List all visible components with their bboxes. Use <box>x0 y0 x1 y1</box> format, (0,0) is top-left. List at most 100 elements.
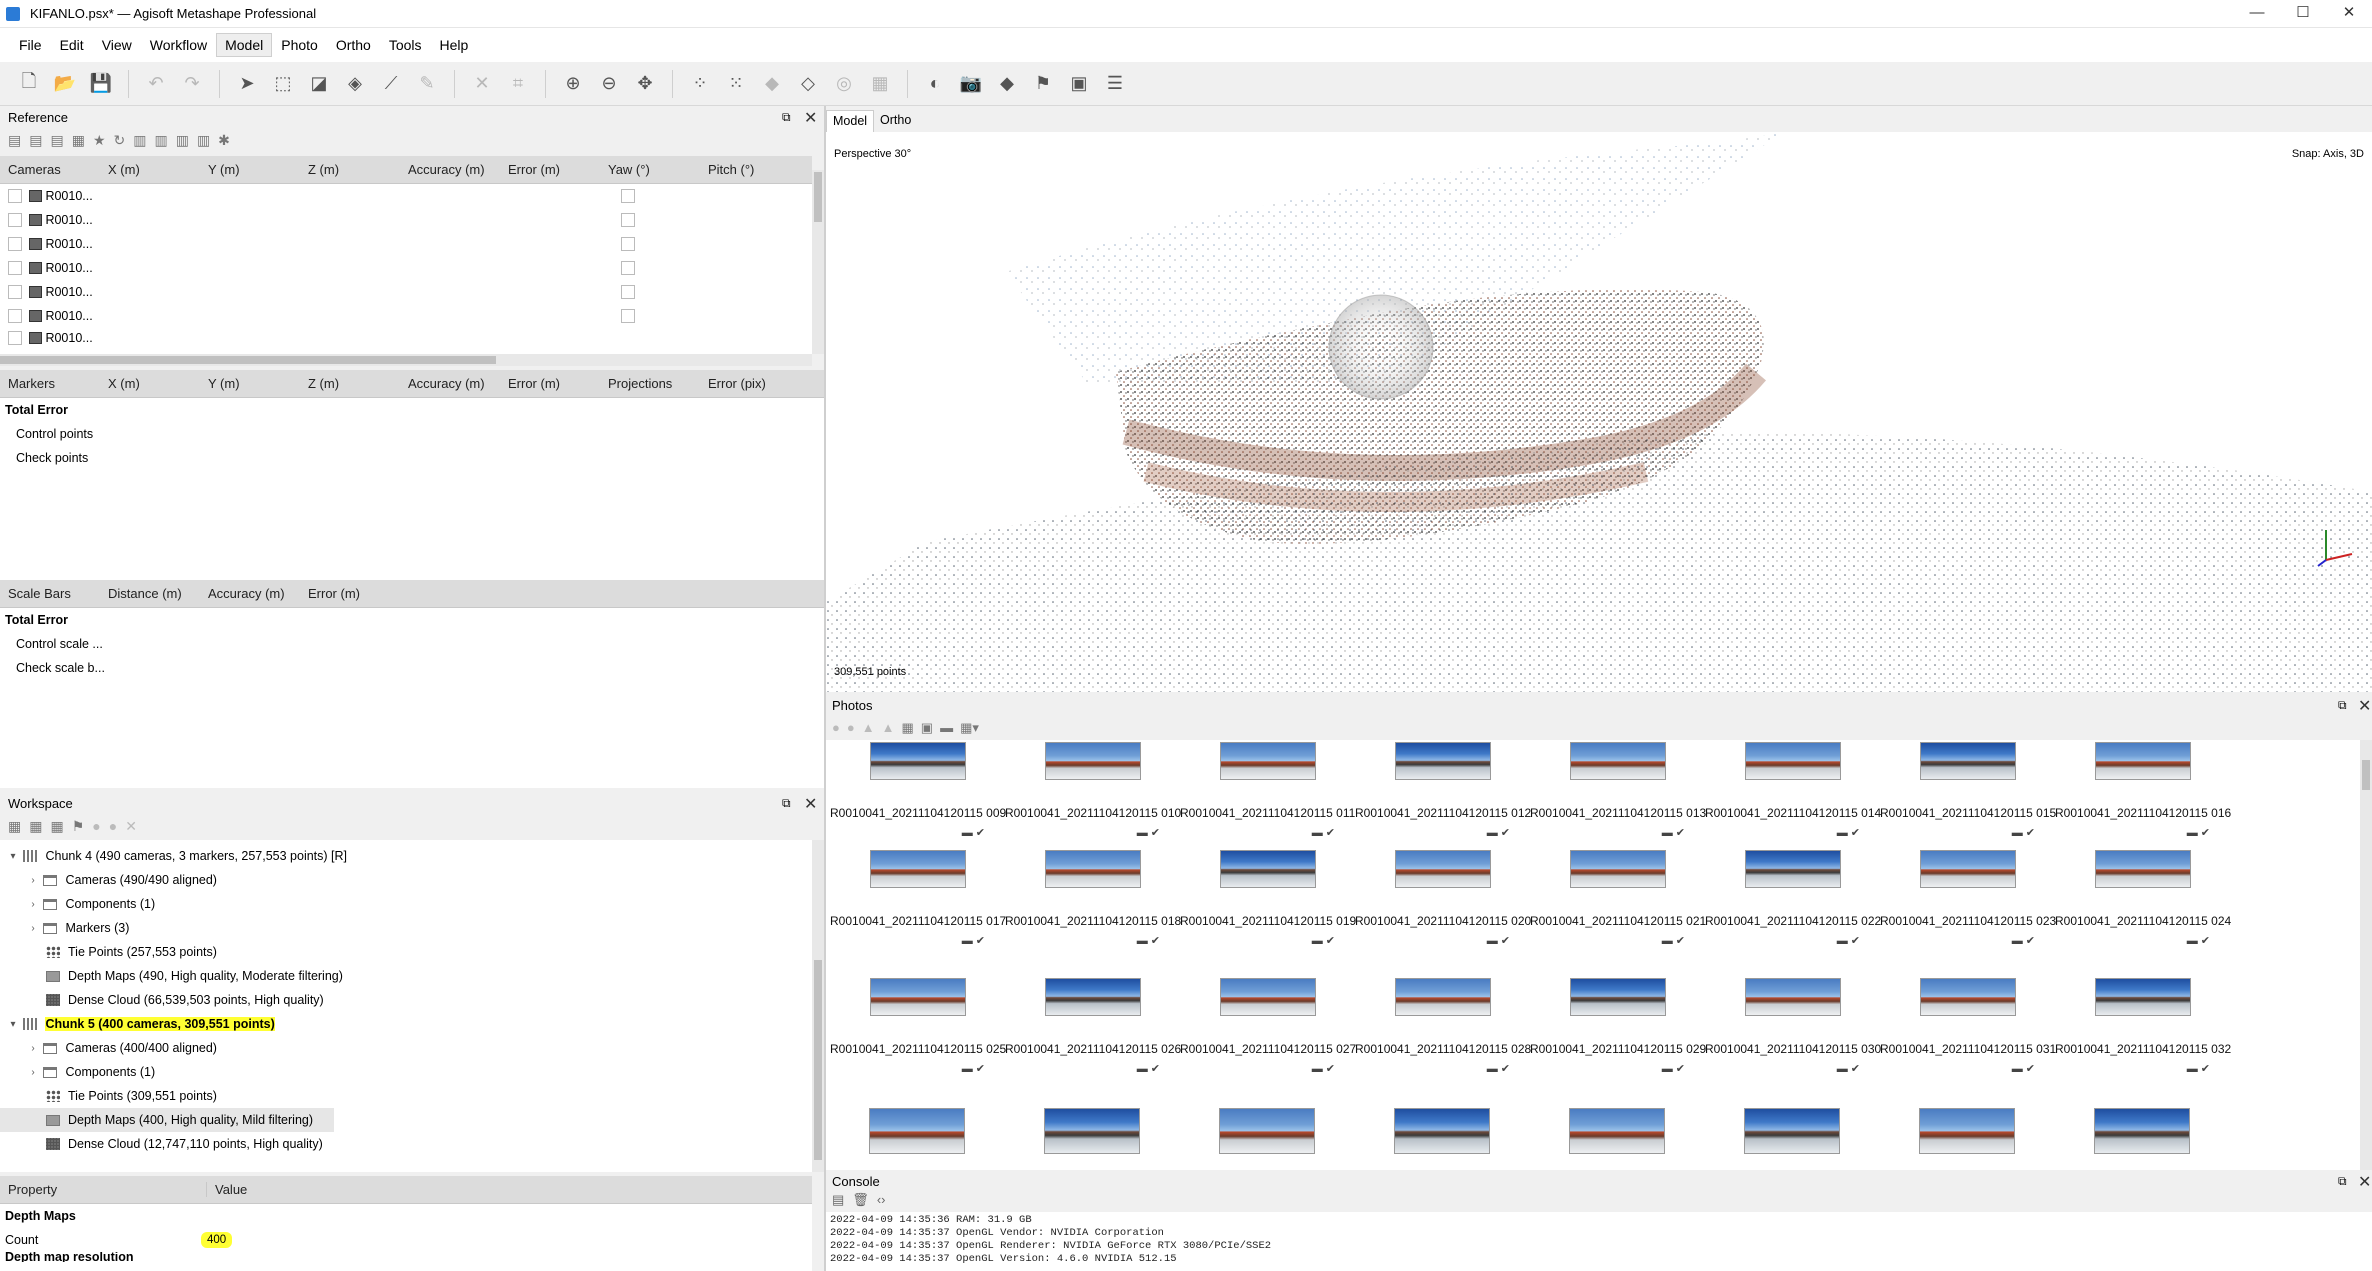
col-pitch[interactable]: Pitch (°) <box>700 162 800 177</box>
view-source-icon[interactable]: ▥ <box>133 132 146 149</box>
photo-thumbnail[interactable]: R0010041_20211104120115 025 ▬ ✔ <box>830 978 1006 1098</box>
photo-thumbnail[interactable]: R0010041_20211104120115 022 ▬ ✔ <box>1705 850 1881 970</box>
crop-icon[interactable]: ⌗ <box>503 69 533 99</box>
tree-depth-maps-selected[interactable]: Depth Maps (400, High quality, Mild filt… <box>0 1108 334 1132</box>
tree-dense-cloud[interactable]: Dense Cloud (12,747,110 points, High qua… <box>0 1132 323 1156</box>
collapsed-icon[interactable]: › <box>26 875 40 886</box>
model-viewport[interactable]: Perspective 30° Snap: Axis, 3D 309,551 p… <box>826 132 2372 692</box>
collapsed-icon[interactable]: › <box>26 1067 40 1078</box>
photo-thumbnail[interactable]: R0010041_20211104120115 029 ▬ ✔ <box>1530 978 1706 1098</box>
col-error[interactable]: Error (m) <box>300 586 400 601</box>
vertical-scrollbar[interactable] <box>2360 740 2372 1170</box>
close-panel-icon[interactable]: ✕ <box>804 108 817 128</box>
tree-dense-cloud[interactable]: Dense Cloud (66,539,503 points, High qua… <box>0 988 324 1012</box>
minimize-button[interactable]: — <box>2234 0 2280 28</box>
point-cloud-icon[interactable]: ⁘ <box>685 69 715 99</box>
maximize-button[interactable]: ☐ <box>2280 0 2326 28</box>
tree-tie-points[interactable]: Tie Points (257,553 points) <box>0 940 217 964</box>
photo-thumbnail[interactable]: R0010041_20211104120115 032 ▬ ✔ <box>2055 978 2231 1098</box>
rotate-right-icon[interactable]: ▲ <box>882 720 895 736</box>
checkbox[interactable] <box>620 237 635 251</box>
control-points-row[interactable]: Control points <box>0 422 824 446</box>
photo-thumbnail[interactable]: R0010041_20211104120115 013 ▬ ✔ <box>1530 742 1706 862</box>
col-accuracy[interactable]: Accuracy (m) <box>400 162 500 177</box>
expand-icon[interactable]: ▾ <box>6 1019 20 1030</box>
col-error[interactable]: Error (m) <box>500 376 600 391</box>
col-markers[interactable]: Markers <box>0 376 100 391</box>
move-view-icon[interactable]: ✥ <box>630 69 660 99</box>
open-folder-icon[interactable]: 📂 <box>50 69 80 99</box>
star-icon[interactable]: ★ <box>93 132 106 149</box>
photo-thumbnail[interactable]: R0010041_20211104120115 023 ▬ ✔ <box>1880 850 2056 970</box>
checkbox[interactable] <box>8 189 22 203</box>
draw-icon[interactable]: ✎ <box>412 69 442 99</box>
photo-thumbnail[interactable] <box>869 1108 965 1154</box>
point-cloud[interactable] <box>826 132 2372 692</box>
add-chunk-icon[interactable]: ▦ <box>8 818 21 835</box>
photo-thumbnail[interactable]: R0010041_20211104120115 009 ▬ ✔ <box>830 742 1006 862</box>
photo-thumbnail[interactable] <box>1394 1108 1490 1154</box>
save-icon[interactable]: 💾 <box>86 69 116 99</box>
close-panel-icon[interactable]: ✕ <box>2358 1172 2371 1192</box>
new-file-icon[interactable]: 🗋 <box>14 69 44 99</box>
view-estimated-icon[interactable]: ▥ <box>154 132 167 149</box>
table-row[interactable]: R0010... <box>0 328 812 348</box>
disable-icon[interactable]: ● <box>847 720 855 736</box>
show-region-icon[interactable]: ◐ <box>920 69 950 99</box>
view-errors-icon[interactable]: ▥ <box>176 132 189 149</box>
photo-thumbnail[interactable]: R0010041_20211104120115 015 ▬ ✔ <box>1880 742 2056 862</box>
tab-model[interactable]: Model <box>826 110 875 132</box>
menu-ortho[interactable]: Ortho <box>327 37 380 53</box>
menu-model[interactable]: Model <box>216 33 273 57</box>
rotate-left-icon[interactable]: ▲ <box>862 720 875 736</box>
float-panel-icon[interactable]: ⧉ <box>2338 698 2347 713</box>
photo-thumbnail[interactable]: R0010041_20211104120115 028 ▬ ✔ <box>1355 978 1531 1098</box>
show-shapes-icon[interactable]: ◆ <box>992 69 1022 99</box>
tree-components[interactable]: › Components (1) <box>0 892 155 916</box>
col-z[interactable]: Z (m) <box>300 376 400 391</box>
col-error-pix[interactable]: Error (pix) <box>700 376 800 391</box>
move-object-icon[interactable]: ◪ <box>304 69 334 99</box>
col-accuracy[interactable]: Accuracy (m) <box>200 586 300 601</box>
photo-thumbnail[interactable]: R0010041_20211104120115 017 ▬ ✔ <box>830 850 1006 970</box>
add-photos-icon[interactable]: ▦ <box>29 818 42 835</box>
tree-markers[interactable]: › Markers (3) <box>0 916 129 940</box>
table-row[interactable]: R0010... <box>0 208 812 232</box>
zoom-out-icon[interactable]: ⊖ <box>594 69 624 99</box>
photo-thumbnail[interactable]: R0010041_20211104120115 027 ▬ ✔ <box>1180 978 1356 1098</box>
pointer-icon[interactable]: ➤ <box>232 69 262 99</box>
photo-thumbnail[interactable]: R0010041_20211104120115 031 ▬ ✔ <box>1880 978 2056 1098</box>
mesh-icon[interactable]: ◆ <box>757 69 787 99</box>
menu-workflow[interactable]: Workflow <box>141 37 216 53</box>
enable-icon[interactable]: ● <box>92 818 100 835</box>
photo-thumbnail[interactable]: R0010041_20211104120115 024 ▬ ✔ <box>2055 850 2231 970</box>
photo-thumbnail[interactable]: R0010041_20211104120115 011 ▬ ✔ <box>1180 742 1355 862</box>
tree-tie-points[interactable]: Tie Points (309,551 points) <box>0 1084 217 1108</box>
mask-icon[interactable]: ▣ <box>921 720 933 736</box>
collapsed-icon[interactable]: › <box>26 899 40 910</box>
checkbox[interactable] <box>8 309 22 323</box>
close-window-button[interactable]: ✕ <box>2326 0 2372 28</box>
col-error[interactable]: Error (m) <box>500 162 600 177</box>
float-panel-icon[interactable]: ⧉ <box>782 110 791 125</box>
col-y[interactable]: Y (m) <box>200 376 300 391</box>
col-x[interactable]: X (m) <box>100 376 200 391</box>
total-error-row[interactable]: Total Error <box>0 398 824 422</box>
import-icon[interactable]: ▤ <box>8 132 21 149</box>
tiled-model-icon[interactable]: ◎ <box>829 69 859 99</box>
checkbox[interactable] <box>8 237 22 251</box>
enable-icon[interactable]: ● <box>832 720 840 736</box>
ruler-icon[interactable]: ⟋ <box>376 69 406 99</box>
camera-icon[interactable]: 📷 <box>956 69 986 99</box>
rotate-object-icon[interactable]: ◈ <box>340 69 370 99</box>
photo-thumbnail[interactable]: R0010041_20211104120115 012 ▬ ✔ <box>1355 742 1531 862</box>
checkbox[interactable] <box>8 261 22 275</box>
table-row[interactable]: R0010... <box>0 232 812 256</box>
control-scale-row[interactable]: Control scale ... <box>0 632 824 656</box>
dense-cloud-icon[interactable]: ⁙ <box>721 69 751 99</box>
view-mode-icon[interactable]: ▦▾ <box>960 720 979 736</box>
tree-cameras[interactable]: › Cameras (400/400 aligned) <box>0 1036 217 1060</box>
convert-icon[interactable]: ▦ <box>72 132 85 149</box>
photo-thumbnail[interactable]: R0010041_20211104120115 020 ▬ ✔ <box>1355 850 1531 970</box>
check-points-row[interactable]: Check points <box>0 446 824 470</box>
